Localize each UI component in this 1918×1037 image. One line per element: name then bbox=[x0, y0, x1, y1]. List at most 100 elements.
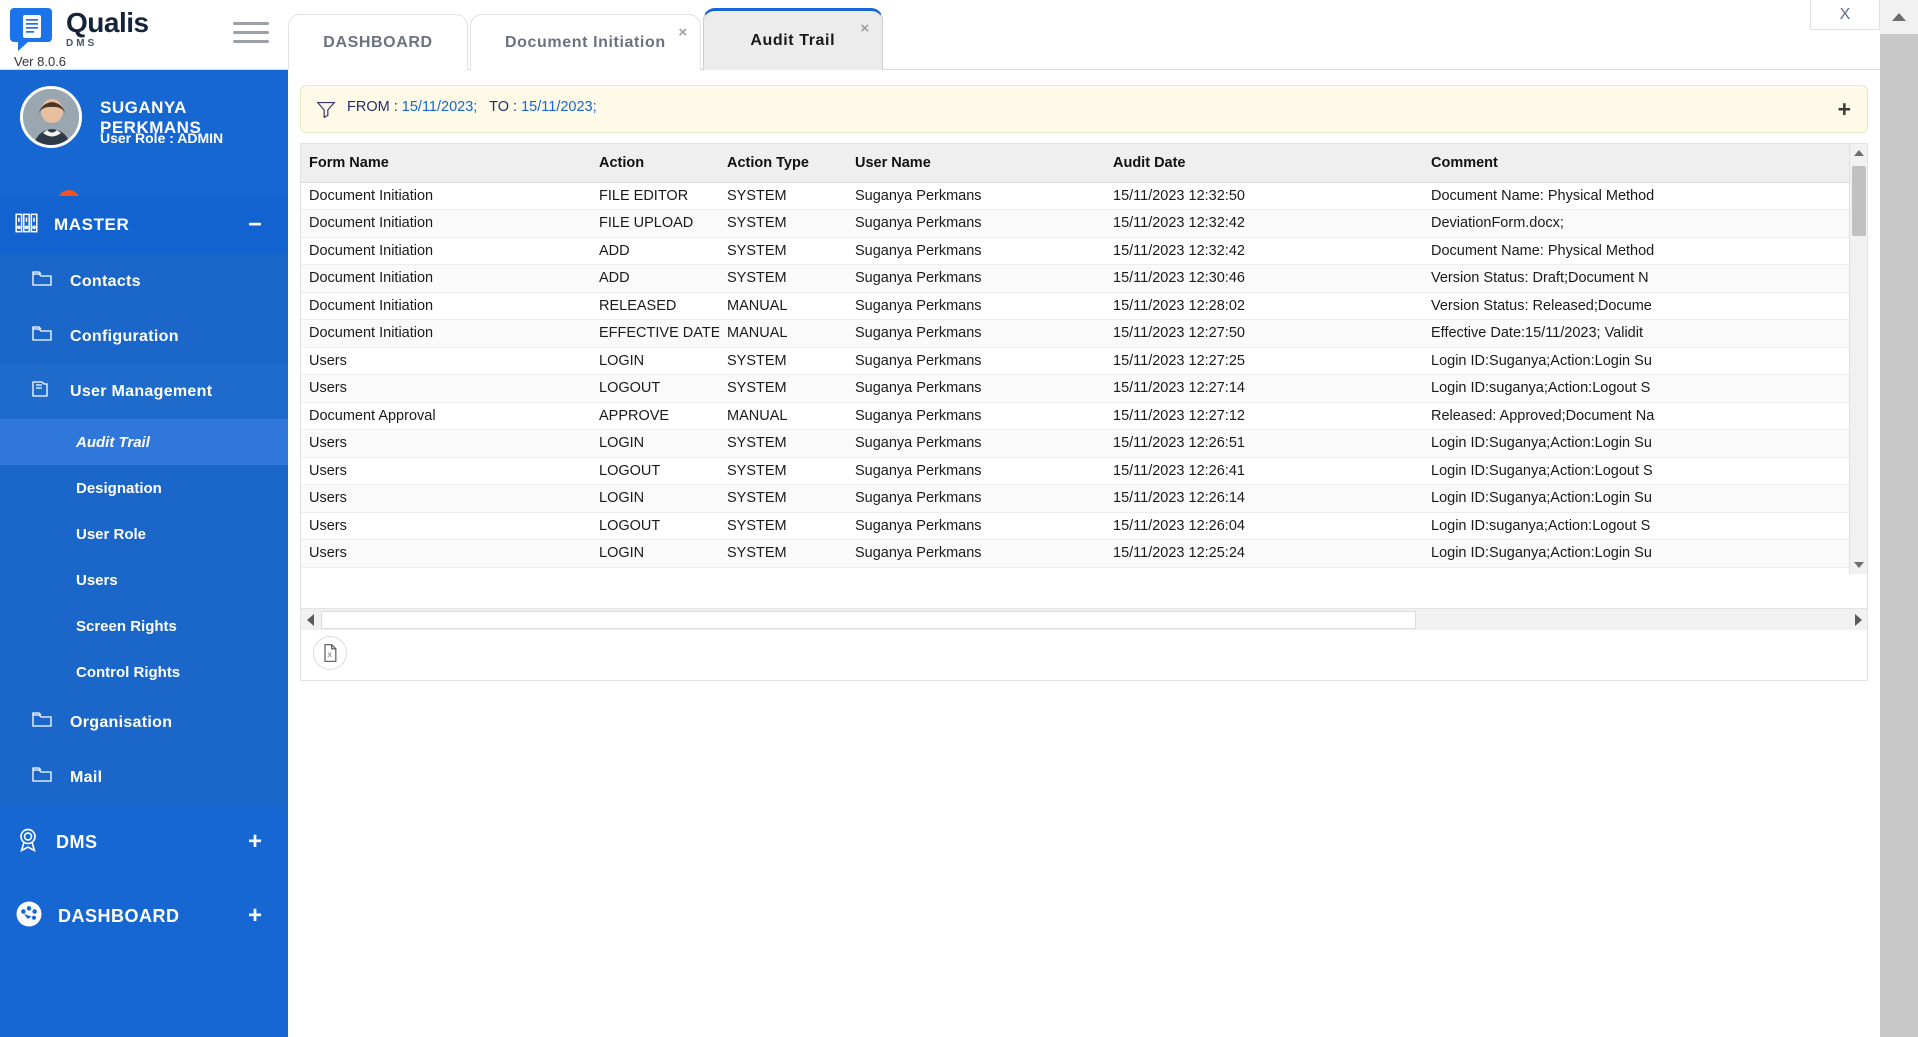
folder-icon bbox=[30, 708, 54, 737]
sidebar-item-screen-rights[interactable]: Screen Rights bbox=[0, 603, 288, 649]
table-row[interactable]: Users LOGIN SYSTEM Suganya Perkmans 15/11/20… bbox=[301, 347, 1851, 375]
filter-bar: FROM : 15/11/2023; TO : 15/11/2023; + bbox=[300, 85, 1868, 133]
table-row[interactable]: UsersLOGOUTSYSTEMSuganya Perkmans15/11/2… bbox=[301, 374, 1851, 403]
cell-form-name: Document Initiation bbox=[301, 319, 591, 348]
table-row[interactable]: Users LOGIN SYSTEM Suganya Perkmans 15/11/20… bbox=[301, 539, 1851, 568]
filter-to-label: TO bbox=[489, 99, 510, 115]
menu-toggle-icon[interactable] bbox=[233, 22, 269, 48]
page-scrollbar-track[interactable] bbox=[1880, 34, 1918, 1037]
brand-subtitle: DMS bbox=[66, 38, 98, 49]
sidebar-item-contacts[interactable]: Contacts bbox=[0, 254, 288, 309]
table-row[interactable]: Users LOGIN SYSTEM Suganya Perkmans 15/11/20… bbox=[301, 484, 1851, 513]
sidebar-leaf-label: Designation bbox=[76, 479, 162, 497]
column-header-form-name[interactable]: Form Name bbox=[301, 144, 591, 183]
cell-action: LOGIN bbox=[591, 347, 719, 375]
table-row[interactable]: Document Initiation ADD SYSTEM Suganya Perk… bbox=[301, 237, 1851, 265]
column-header-user-name[interactable]: User Name bbox=[847, 144, 1105, 183]
column-header-comment[interactable]: Comment bbox=[1423, 144, 1851, 183]
brand-logo-area: Qualis DMS bbox=[10, 4, 149, 56]
expand-toggle-icon[interactable]: + bbox=[248, 904, 262, 928]
cell-user-name: Suganya Perkmans bbox=[847, 374, 1105, 403]
sidebar-item-user-role[interactable]: User Role bbox=[0, 511, 288, 557]
cell-comment: Document Name: Physical Method bbox=[1423, 182, 1851, 210]
close-icon[interactable]: × bbox=[678, 25, 687, 40]
cell-form-name: Document Initiation bbox=[301, 264, 591, 293]
sidebar-item-label: Configuration bbox=[70, 327, 179, 345]
sidebar-item-user-management[interactable]: User Management bbox=[0, 364, 288, 419]
cell-audit-date: 15/11/2023 12:27:50 bbox=[1105, 319, 1423, 348]
table-row[interactable]: Users LOGIN SYSTEM Suganya Perkmans 15/11/20… bbox=[301, 429, 1851, 458]
cell-user-name: Suganya Perkmans bbox=[847, 457, 1105, 485]
column-header-action-type[interactable]: Action Type bbox=[719, 144, 847, 183]
cell-user-name: Suganya Perkmans bbox=[847, 567, 1105, 574]
cell-audit-date: 15/11/2023 12:30:46 bbox=[1105, 264, 1423, 293]
scroll-thumb[interactable] bbox=[321, 611, 1416, 629]
sidebar-group-dashboard[interactable]: DASHBOARD + bbox=[0, 879, 288, 953]
sidebar-item-audit-trail[interactable]: Audit Trail bbox=[0, 419, 288, 465]
scroll-right-icon[interactable] bbox=[1849, 609, 1867, 631]
sidebar-item-users[interactable]: Users bbox=[0, 557, 288, 603]
scroll-down-icon[interactable] bbox=[1850, 556, 1868, 574]
cell-audit-date: 15/11/2023 12:27:12 bbox=[1105, 402, 1423, 430]
cell-form-name: Document Approval bbox=[301, 402, 591, 430]
scroll-left-icon[interactable] bbox=[301, 609, 319, 631]
sidebar-item-control-rights[interactable]: Control Rights bbox=[0, 649, 288, 695]
scroll-thumb[interactable] bbox=[1852, 166, 1866, 236]
cell-action: FILE EDITOR bbox=[591, 182, 719, 210]
column-header-audit-date[interactable]: Audit Date bbox=[1105, 144, 1423, 183]
tab-label: Document Initiation bbox=[505, 33, 666, 51]
column-header-action[interactable]: Action bbox=[591, 144, 719, 183]
cell-action: FILE UPLOAD bbox=[591, 209, 719, 238]
sidebar-item-designation[interactable]: Designation bbox=[0, 465, 288, 511]
table-row[interactable]: Document Approval APPROVE MANUAL Suganya Pe… bbox=[301, 402, 1851, 430]
window-close-button[interactable]: X bbox=[1810, 0, 1880, 30]
cell-audit-date: 15/11/2023 12:28:02 bbox=[1105, 292, 1423, 320]
cell-user-name: Suganya Perkmans bbox=[847, 539, 1105, 568]
scroll-up-icon[interactable] bbox=[1850, 144, 1868, 162]
grid-vertical-scrollbar[interactable] bbox=[1849, 144, 1867, 574]
avatar[interactable] bbox=[20, 86, 82, 148]
grid-horizontal-scrollbar[interactable] bbox=[301, 608, 1867, 630]
table-row[interactable]: UsersLOGOUTSYSTEMSuganya Perkmans15/11/2… bbox=[301, 567, 1851, 574]
funnel-icon[interactable] bbox=[315, 98, 337, 125]
tab-audit-trail[interactable]: Audit Trail × bbox=[702, 8, 883, 70]
page-scroll-up-button[interactable] bbox=[1880, 0, 1918, 34]
table-row[interactable]: Document Initiation RELEASED MANUAL Suganya… bbox=[301, 292, 1851, 320]
tab-dashboard[interactable]: DASHBOARD bbox=[288, 14, 468, 70]
cell-user-name: Suganya Perkmans bbox=[847, 319, 1105, 348]
close-icon[interactable]: × bbox=[860, 21, 869, 36]
sidebar-item-configuration[interactable]: Configuration bbox=[0, 309, 288, 364]
table-row[interactable]: Document Initiation ADD SYSTEM Suganya Perk… bbox=[301, 264, 1851, 293]
sidebar-item-label: Organisation bbox=[70, 713, 173, 731]
sidebar-item-mail[interactable]: Mail bbox=[0, 750, 288, 805]
table-row[interactable]: UsersLOGOUTSYSTEMSuganya Perkmans15/11/2… bbox=[301, 457, 1851, 485]
sidebar-item-label: Mail bbox=[70, 768, 103, 786]
sidebar-group-master[interactable]: MASTER − bbox=[0, 196, 288, 254]
sidebar-leaf-label: Screen Rights bbox=[76, 617, 177, 635]
add-filter-button[interactable]: + bbox=[1838, 98, 1851, 121]
table-row[interactable]: Document Initiation FILE UPLOAD SYSTEM Suga… bbox=[301, 209, 1851, 238]
tab-label: Audit Trail bbox=[750, 31, 836, 49]
table-row[interactable]: Document Initiation FILE EDITOR SYSTEM Suga… bbox=[301, 182, 1851, 210]
table-row[interactable]: Document Initiation EFFECTIVE DATE MANUAL S… bbox=[301, 319, 1851, 348]
cell-form-name: Users bbox=[301, 347, 591, 375]
cell-comment: Document Name: Physical Method bbox=[1423, 237, 1851, 265]
sidebar-group-dms[interactable]: DMS + bbox=[0, 805, 288, 879]
sidebar-item-organisation[interactable]: Organisation bbox=[0, 695, 288, 750]
sidebar-leaf-label: User Role bbox=[76, 525, 147, 543]
main-content: FROM : 15/11/2023; TO : 15/11/2023; + Fo… bbox=[288, 70, 1880, 1037]
table-row[interactable]: UsersLOGOUTSYSTEMSuganya Perkmans15/11/2… bbox=[301, 512, 1851, 540]
cell-action-type: MANUAL bbox=[719, 292, 847, 320]
cell-action: LOGOUT bbox=[591, 457, 719, 485]
table-body: Document Initiation FILE EDITOR SYSTEM Suga… bbox=[301, 182, 1851, 574]
sidebar-master-items: Contacts Configuration User Management A… bbox=[0, 254, 288, 805]
collapse-toggle-icon[interactable]: − bbox=[248, 213, 262, 237]
cell-audit-date: 15/11/2023 12:26:14 bbox=[1105, 484, 1423, 513]
expand-toggle-icon[interactable]: + bbox=[248, 830, 262, 854]
sidebar-group-label: MASTER bbox=[54, 215, 130, 234]
tab-document-initiation[interactable]: Document Initiation × bbox=[470, 14, 701, 70]
cell-form-name: Users bbox=[301, 539, 591, 568]
filter-to-separator: : bbox=[513, 99, 518, 115]
excel-export-icon[interactable]: X bbox=[313, 636, 347, 670]
cell-action: EFFECTIVE DATE bbox=[591, 319, 719, 348]
